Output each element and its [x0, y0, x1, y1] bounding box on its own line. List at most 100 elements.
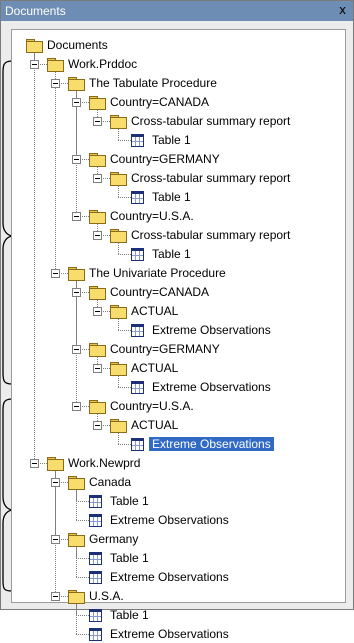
- tree-item-label: The Tabulate Procedure: [89, 76, 217, 90]
- collapse-toggle[interactable]: [72, 402, 81, 411]
- tree-item-label: U.S.A.: [89, 589, 124, 603]
- tree-item[interactable]: ACTUAL: [128, 359, 181, 377]
- tree-item[interactable]: Extreme Observations: [107, 568, 232, 586]
- title-bar[interactable]: Documents x: [1, 1, 353, 21]
- tree-item[interactable]: ACTUAL: [128, 302, 181, 320]
- table-icon: [131, 324, 144, 337]
- tree-item[interactable]: Work.Prddoc: [65, 55, 140, 73]
- collapse-toggle[interactable]: [30, 459, 39, 468]
- folder-icon: [89, 343, 106, 357]
- tree-item[interactable]: U.S.A.: [86, 587, 127, 605]
- collapse-toggle[interactable]: [30, 60, 39, 69]
- tree-connector: [76, 603, 77, 634]
- table-icon: [89, 571, 102, 584]
- tree-connector: [34, 52, 35, 463]
- document-tree[interactable]: Documents Work.Prddoc The Tabulate Procedu…: [11, 29, 346, 641]
- collapse-toggle[interactable]: [51, 79, 60, 88]
- tree-item[interactable]: ACTUAL: [128, 416, 181, 434]
- folder-icon: [47, 58, 64, 72]
- tree-item[interactable]: Cross-tabular summary report: [128, 226, 293, 244]
- collapse-toggle[interactable]: [72, 98, 81, 107]
- table-icon: [89, 609, 102, 622]
- tree-item-label: Table 1: [110, 494, 149, 508]
- tree-item-label: Documents: [47, 38, 108, 52]
- tree-item[interactable]: Cross-tabular summary report: [128, 169, 293, 187]
- tree-item-label: Extreme Observations: [110, 570, 229, 584]
- collapse-toggle[interactable]: [93, 307, 102, 316]
- close-button[interactable]: x: [336, 4, 349, 17]
- collapse-toggle[interactable]: [72, 155, 81, 164]
- tree-item-label: Country=CANADA: [110, 285, 210, 299]
- table-icon: [131, 438, 144, 451]
- tree-item[interactable]: Canada: [86, 473, 134, 491]
- collapse-toggle[interactable]: [93, 174, 102, 183]
- tree-item-label: Country=U.S.A.: [110, 399, 194, 413]
- tree-item[interactable]: Table 1: [149, 131, 194, 149]
- tree-item[interactable]: The Tabulate Procedure: [86, 74, 220, 92]
- tree-item-label: ACTUAL: [131, 361, 179, 375]
- tree-item-label: Canada: [89, 475, 132, 489]
- tree-item[interactable]: Country=GERMANY: [107, 150, 223, 168]
- collapse-toggle[interactable]: [51, 478, 60, 487]
- collapse-toggle[interactable]: [72, 345, 81, 354]
- tree-item-label: Extreme Observations: [152, 380, 271, 394]
- window-title: Documents: [5, 4, 66, 18]
- tree-item[interactable]: Table 1: [107, 606, 152, 624]
- tree-item-label: Work.Prddoc: [68, 57, 138, 71]
- tree-item[interactable]: Country=U.S.A.: [107, 397, 197, 415]
- folder-icon: [110, 305, 127, 319]
- tree-item-label: Table 1: [152, 190, 191, 204]
- table-icon: [131, 248, 144, 261]
- table-icon: [131, 191, 144, 204]
- table-icon: [89, 552, 102, 565]
- folder-icon: [68, 476, 85, 490]
- tree-item-label: Germany: [89, 532, 139, 546]
- tree-item[interactable]: Extreme Observations: [149, 321, 274, 339]
- tree-item[interactable]: Cross-tabular summary report: [128, 112, 293, 130]
- tree-item[interactable]: Table 1: [149, 188, 194, 206]
- tree-connector: [76, 90, 77, 216]
- tree-item-label: Extreme Observations: [149, 437, 274, 451]
- tree-item[interactable]: Table 1: [107, 549, 152, 567]
- tree-connector: [76, 489, 77, 520]
- tree-item[interactable]: The Univariate Procedure: [86, 264, 229, 282]
- tree-item[interactable]: Extreme Observations: [107, 511, 232, 529]
- tree-item[interactable]: Work.Newprd: [65, 454, 143, 472]
- tree-connector: [118, 375, 119, 387]
- collapse-toggle[interactable]: [51, 592, 60, 601]
- tree-item[interactable]: Germany: [86, 530, 141, 548]
- folder-icon: [110, 115, 127, 129]
- tree-item[interactable]: Documents: [44, 36, 111, 54]
- tree-item-label: Country=U.S.A.: [110, 209, 194, 223]
- folder-icon: [68, 533, 85, 547]
- table-icon: [89, 514, 102, 527]
- tree-item[interactable]: Country=U.S.A.: [107, 207, 197, 225]
- folder-icon: [68, 590, 85, 604]
- collapse-toggle[interactable]: [72, 288, 81, 297]
- tree-connector: [118, 242, 119, 254]
- tree-item[interactable]: Extreme Observations: [149, 435, 274, 453]
- tree-item-label: The Univariate Procedure: [89, 266, 226, 280]
- tree-item[interactable]: Country=CANADA: [107, 283, 212, 301]
- collapse-toggle[interactable]: [93, 421, 102, 430]
- tree-item[interactable]: Country=GERMANY: [107, 340, 223, 358]
- table-icon: [131, 381, 144, 394]
- tree-connector: [118, 128, 119, 140]
- tree-item[interactable]: Table 1: [107, 492, 152, 510]
- collapse-toggle[interactable]: [72, 212, 81, 221]
- collapse-toggle[interactable]: [93, 117, 102, 126]
- tree-item-label: Extreme Observations: [110, 627, 229, 641]
- tree-connector: [55, 71, 56, 273]
- tree-item-label: Table 1: [152, 247, 191, 261]
- collapse-toggle[interactable]: [93, 231, 102, 240]
- tree-item-label: Table 1: [110, 551, 149, 565]
- tree-item[interactable]: Country=CANADA: [107, 93, 212, 111]
- tree-item[interactable]: Extreme Observations: [107, 625, 232, 643]
- tree-item[interactable]: Table 1: [149, 245, 194, 263]
- folder-icon: [26, 39, 43, 53]
- tree-item[interactable]: Extreme Observations: [149, 378, 274, 396]
- collapse-toggle[interactable]: [51, 535, 60, 544]
- collapse-toggle[interactable]: [93, 364, 102, 373]
- folder-icon: [89, 153, 106, 167]
- collapse-toggle[interactable]: [51, 269, 60, 278]
